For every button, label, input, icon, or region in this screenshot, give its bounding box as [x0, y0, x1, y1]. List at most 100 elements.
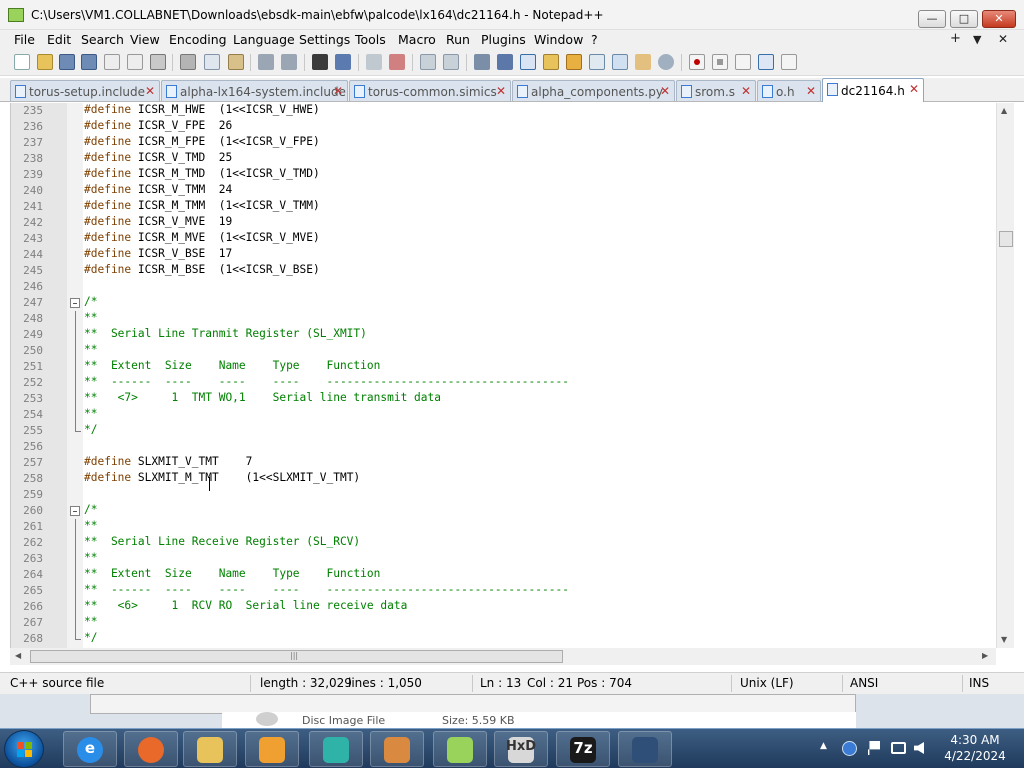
taskbar-remote-desktop[interactable]	[618, 731, 672, 767]
code-line[interactable]: 250 **	[11, 343, 995, 359]
scroll-right-icon[interactable]: ▶	[982, 651, 988, 660]
menu-language[interactable]: Language	[233, 32, 295, 47]
taskbar-app-teal[interactable]	[309, 731, 363, 767]
menu-view[interactable]: View	[130, 32, 160, 47]
replace-icon[interactable]	[335, 54, 351, 70]
close-all-icon[interactable]	[127, 54, 143, 70]
system-clock[interactable]: 4:30 AM 4/22/2024	[940, 732, 1010, 764]
network-sharing-icon[interactable]	[842, 741, 857, 756]
indent-guide-icon[interactable]	[520, 54, 536, 70]
tab-close-icon[interactable]: ✕	[333, 84, 343, 98]
undo-icon[interactable]	[258, 54, 274, 70]
zoom-out-icon[interactable]	[389, 54, 405, 70]
code-line[interactable]: 248 **	[11, 311, 995, 327]
background-file-row[interactable]: Disc Image File Size: 5.59 KB	[222, 712, 856, 728]
menu-edit[interactable]: Edit	[47, 32, 71, 47]
horizontal-scrollbar[interactable]: ◀ ||| ▶	[10, 648, 996, 665]
find-icon[interactable]	[312, 54, 328, 70]
menu-help[interactable]: ?	[591, 32, 598, 47]
sync-horizontal-icon[interactable]	[443, 54, 459, 70]
save-icon[interactable]	[59, 54, 75, 70]
copy-icon[interactable]	[204, 54, 220, 70]
folder-as-workspace-icon[interactable]	[635, 54, 651, 70]
code-line[interactable]: 244 #define ICSR_V_BSE 17	[11, 247, 995, 263]
code-line[interactable]: 251 ** Extent Size Name Type Function	[11, 359, 995, 375]
tab-torus-setup[interactable]: torus-setup.include ✕	[10, 80, 160, 101]
tab-o-h[interactable]: o.h ✕	[757, 80, 821, 101]
tab-close-icon[interactable]: ✕	[145, 84, 155, 98]
menu-encoding[interactable]: Encoding	[169, 32, 227, 47]
code-editor[interactable]: 235 #define ICSR_M_HWE (1<<ICSR_V_HWE) 236…	[10, 103, 1014, 648]
code-line[interactable]: 253 ** <7> 1 TMT WO,1 Serial line transmi…	[11, 391, 995, 407]
code-line[interactable]: 255 */	[11, 423, 995, 439]
user-defined-language-icon[interactable]	[543, 54, 559, 70]
menu-plugins[interactable]: Plugins	[481, 32, 526, 47]
code-line[interactable]: 247 /*	[11, 295, 995, 311]
scroll-down-icon[interactable]: ▼	[1001, 635, 1007, 644]
close-file-icon[interactable]	[104, 54, 120, 70]
status-encoding[interactable]: ANSI	[850, 676, 878, 690]
menu-search[interactable]: Search	[81, 32, 124, 47]
code-line[interactable]: 266 ** <6> 1 RCV RO Serial line receive d…	[11, 599, 995, 615]
document-list-icon[interactable]	[589, 54, 605, 70]
tab-close-icon[interactable]: ✕	[660, 84, 670, 98]
network-icon[interactable]	[891, 742, 906, 754]
tab-list-icon[interactable]: ▼	[973, 33, 981, 46]
taskbar-media-player[interactable]	[245, 731, 299, 767]
code-line[interactable]: 259	[11, 487, 995, 503]
menu-macro[interactable]: Macro	[398, 32, 436, 47]
code-line[interactable]: 267 **	[11, 615, 995, 631]
menu-run[interactable]: Run	[446, 32, 470, 47]
code-line[interactable]: 241 #define ICSR_M_TMM (1<<ICSR_V_TMM)	[11, 199, 995, 215]
new-tab-icon[interactable]: +	[950, 31, 961, 46]
code-line[interactable]: 242 #define ICSR_V_MVE 19	[11, 215, 995, 231]
tab-close-icon[interactable]: ✕	[496, 84, 506, 98]
code-line[interactable]: 245 #define ICSR_M_BSE (1<<ICSR_V_BSE)	[11, 263, 995, 279]
fold-toggle-icon[interactable]	[70, 506, 80, 516]
code-line[interactable]: 256	[11, 439, 995, 455]
word-wrap-icon[interactable]	[474, 54, 490, 70]
zoom-in-icon[interactable]	[366, 54, 382, 70]
code-line[interactable]: 264 ** Extent Size Name Type Function	[11, 567, 995, 583]
taskbar-file-explorer[interactable]	[183, 731, 237, 767]
scroll-up-icon[interactable]: ▲	[1001, 106, 1007, 115]
code-line[interactable]: 268 */	[11, 631, 995, 647]
background-window[interactable]	[90, 694, 856, 714]
code-line[interactable]: 236 #define ICSR_V_FPE 26	[11, 119, 995, 135]
code-line[interactable]: 260 /*	[11, 503, 995, 519]
monitoring-icon[interactable]	[658, 54, 674, 70]
code-line[interactable]: 237 #define ICSR_M_FPE (1<<ICSR_V_FPE)	[11, 135, 995, 151]
code-line[interactable]: 262 ** Serial Line Receive Register (SL_R…	[11, 535, 995, 551]
function-list-icon[interactable]	[612, 54, 628, 70]
code-line[interactable]: 243 #define ICSR_M_MVE (1<<ICSR_V_MVE)	[11, 231, 995, 247]
show-all-characters-icon[interactable]	[497, 54, 513, 70]
sync-vertical-icon[interactable]	[420, 54, 436, 70]
code-line[interactable]: 240 #define ICSR_V_TMM 24	[11, 183, 995, 199]
code-line[interactable]: 235 #define ICSR_M_HWE (1<<ICSR_V_HWE)	[11, 103, 995, 119]
tab-close-icon[interactable]: ✕	[806, 84, 816, 98]
code-line[interactable]: 261 **	[11, 519, 995, 535]
taskbar-hxd[interactable]: HxD	[494, 731, 548, 767]
start-button[interactable]	[4, 730, 44, 768]
tab-close-icon[interactable]: ✕	[909, 82, 919, 96]
status-insert-mode[interactable]: INS	[969, 676, 989, 690]
taskbar-notepad-plus-plus[interactable]	[433, 731, 487, 767]
paste-icon[interactable]	[228, 54, 244, 70]
redo-icon[interactable]	[281, 54, 297, 70]
taskbar-internet-explorer[interactable]: e	[63, 731, 117, 767]
code-line[interactable]: 257 #define SLXMIT_V_TMT 7	[11, 455, 995, 471]
code-line[interactable]: 254 **	[11, 407, 995, 423]
tab-dc21164[interactable]: dc21164.h ✕	[822, 78, 924, 102]
menu-window[interactable]: Window	[534, 32, 583, 47]
cut-icon[interactable]	[180, 54, 196, 70]
fold-toggle-icon[interactable]	[70, 298, 80, 308]
taskbar-7zip[interactable]: 7z	[556, 731, 610, 767]
tab-torus-common[interactable]: torus-common.simics ✕	[349, 80, 511, 101]
document-map-icon[interactable]	[566, 54, 582, 70]
tab-alpha-lx164-system[interactable]: alpha-lx164-system.include ✕	[161, 80, 348, 101]
tab-srom[interactable]: srom.s ✕	[676, 80, 756, 101]
code-line[interactable]: 249 ** Serial Line Tranmit Register (SL_X…	[11, 327, 995, 343]
code-line[interactable]: 239 #define ICSR_M_TMD (1<<ICSR_V_TMD)	[11, 167, 995, 183]
minimize-button[interactable]: —	[918, 10, 946, 28]
code-line[interactable]: 252 ** ------ ---- ---- ---- ------------…	[11, 375, 995, 391]
